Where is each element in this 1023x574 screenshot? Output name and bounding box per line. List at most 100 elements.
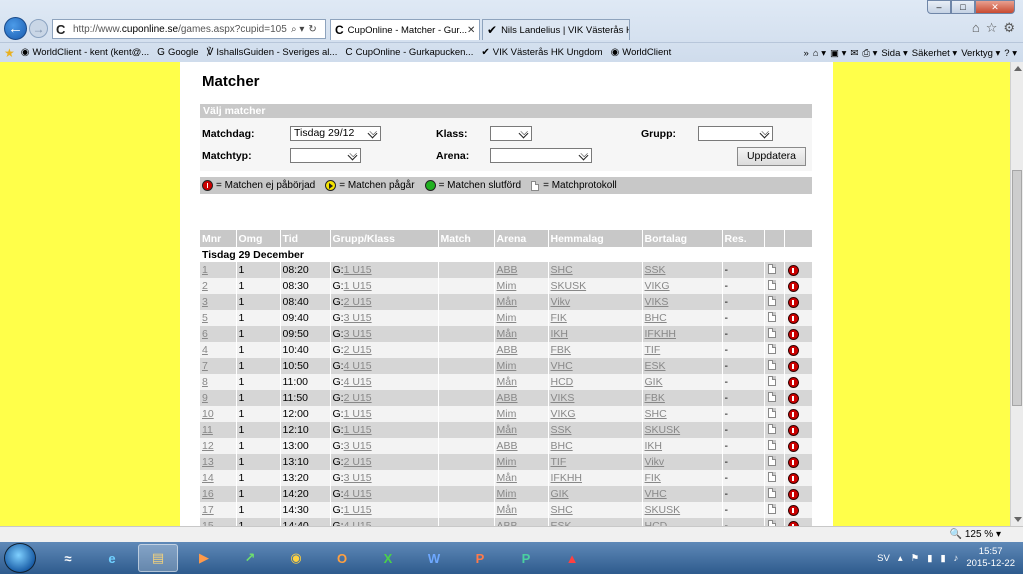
match-number-link[interactable]: 10	[202, 408, 214, 420]
group-class-link[interactable]: 4 U15	[344, 360, 372, 372]
home-team-link[interactable]: HCD	[551, 376, 574, 388]
group-class-link[interactable]: 1 U15	[344, 264, 372, 276]
away-team-link[interactable]: VIKS	[645, 296, 669, 308]
favorite-worldclient[interactable]: ◉ WorldClient	[611, 47, 672, 58]
match-number-link[interactable]: 5	[202, 312, 208, 324]
group-class-link[interactable]: 4 U15	[344, 376, 372, 388]
tab-cuponline[interactable]: C CupOnline - Matcher - Gur... ✕	[330, 19, 480, 40]
feeds-icon[interactable]: ▣ ▾	[830, 48, 846, 59]
home-team-link[interactable]: SKUSK	[551, 280, 587, 292]
group-class-link[interactable]: 3 U15	[344, 312, 372, 324]
home-team-link[interactable]: VHC	[551, 360, 573, 372]
home-team-link[interactable]: FBK	[551, 344, 571, 356]
document-icon[interactable]	[767, 439, 776, 450]
taskbar-acrobat[interactable]: ▲	[552, 544, 592, 572]
taskbar-powerpoint[interactable]: P	[460, 544, 500, 572]
match-number-link[interactable]: 1	[202, 264, 208, 276]
document-icon[interactable]	[767, 359, 776, 370]
taskbar-excel[interactable]: X	[368, 544, 408, 572]
print-icon[interactable]: ⎙ ▾	[862, 48, 877, 59]
match-number-link[interactable]: 13	[202, 456, 214, 468]
column-header-arena[interactable]: Arena	[494, 230, 549, 247]
match-number-link[interactable]: 6	[202, 328, 208, 340]
match-number-link[interactable]: 16	[202, 488, 214, 500]
forward-button[interactable]: →	[29, 19, 48, 38]
home-team-link[interactable]: IKH	[551, 328, 569, 340]
away-team-link[interactable]: VHC	[645, 488, 667, 500]
favorite-google[interactable]: G Google	[157, 47, 198, 58]
address-bar[interactable]: C http://www.cuponline.se/games.aspx?cup…	[52, 19, 326, 39]
group-class-link[interactable]: 1 U15	[344, 504, 372, 516]
away-team-link[interactable]: FBK	[645, 392, 665, 404]
taskbar-internet-explorer[interactable]: e	[92, 544, 132, 572]
group-class-link[interactable]: 2 U15	[344, 344, 372, 356]
favorite-worldclient-kent[interactable]: ◉ WorldClient - kent (kent@...	[21, 47, 149, 58]
arena-link[interactable]: ABB	[497, 440, 518, 452]
column-header-hemmalag[interactable]: Hemmalag	[548, 230, 643, 247]
home-team-link[interactable]: SSK	[551, 424, 572, 436]
scroll-down-icon[interactable]	[1014, 517, 1022, 522]
taskbar-file-explorer[interactable]: ▤	[138, 544, 178, 572]
group-class-link[interactable]: 2 U15	[344, 392, 372, 404]
start-button[interactable]	[4, 543, 36, 573]
home-icon[interactable]: ⌂	[972, 20, 980, 36]
group-class-link[interactable]: 3 U15	[344, 472, 372, 484]
flag-icon[interactable]: ⚑	[911, 553, 920, 564]
arena-link[interactable]: ABB	[497, 264, 518, 276]
tools-menu[interactable]: Verktyg ▾	[961, 48, 1000, 59]
document-icon[interactable]	[767, 295, 776, 306]
minimize-button[interactable]: –	[927, 0, 951, 14]
home-team-link[interactable]: TIF	[551, 456, 567, 468]
arena-link[interactable]: ABB	[497, 392, 518, 404]
help-menu[interactable]: ? ▾	[1004, 48, 1017, 59]
zoom-level[interactable]: 🔍 125 % ▾	[950, 529, 1001, 540]
matchday-select[interactable]: Tisdag 29/12	[290, 126, 381, 141]
away-team-link[interactable]: SKUSK	[645, 504, 681, 516]
away-team-link[interactable]: SHC	[645, 408, 667, 420]
favorite-cuponline[interactable]: C CupOnline - Gurkapucken...	[345, 47, 473, 58]
document-icon[interactable]	[767, 263, 776, 274]
group-class-link[interactable]: 1 U15	[344, 424, 372, 436]
group-select[interactable]	[698, 126, 773, 141]
arena-link[interactable]: Mim	[497, 280, 517, 292]
add-favorite-icon[interactable]: ★	[4, 46, 15, 60]
arena-link[interactable]: ABB	[497, 344, 518, 356]
away-team-link[interactable]: IFKHH	[645, 328, 677, 340]
taskbar-media-player[interactable]: ▶	[184, 544, 224, 572]
away-team-link[interactable]: ESK	[645, 360, 666, 372]
arena-link[interactable]: Mån	[497, 472, 517, 484]
close-window-button[interactable]: ✕	[975, 0, 1015, 14]
away-team-link[interactable]: TIF	[645, 344, 661, 356]
url-text[interactable]: http://www.cuponline.se/games.aspx?cupid…	[73, 24, 287, 35]
group-class-link[interactable]: 2 U15	[344, 456, 372, 468]
taskbar-publisher[interactable]: P	[506, 544, 546, 572]
match-number-link[interactable]: 17	[202, 504, 214, 516]
column-header-bortalag[interactable]: Bortalag	[642, 230, 723, 247]
match-number-link[interactable]: 2	[202, 280, 208, 292]
arena-link[interactable]: Mån	[497, 296, 517, 308]
match-number-link[interactable]: 8	[202, 376, 208, 388]
home-menu-icon[interactable]: ⌂ ▾	[813, 48, 826, 59]
away-team-link[interactable]: FIK	[645, 472, 661, 484]
column-header-mnr[interactable]: Mnr	[200, 230, 237, 247]
document-icon[interactable]	[767, 423, 776, 434]
match-number-link[interactable]: 3	[202, 296, 208, 308]
document-icon[interactable]	[767, 391, 776, 402]
arena-link[interactable]: Mån	[497, 424, 517, 436]
matchtype-select[interactable]	[290, 148, 361, 163]
document-icon[interactable]	[767, 471, 776, 482]
refresh-button[interactable]: ↻	[308, 24, 316, 35]
group-class-link[interactable]: 4 U15	[344, 488, 372, 500]
document-icon[interactable]	[767, 407, 776, 418]
home-team-link[interactable]: Vikv	[551, 296, 571, 308]
column-header-omg[interactable]: Omg	[236, 230, 281, 247]
taskbar-chrome[interactable]: ◉	[276, 544, 316, 572]
favorite-ishallsguiden[interactable]: ℣ IshallsGuiden - Sveriges al...	[207, 47, 338, 58]
battery-icon[interactable]: ▮	[940, 553, 945, 564]
match-number-link[interactable]: 12	[202, 440, 214, 452]
safety-menu[interactable]: Säkerhet ▾	[912, 48, 957, 59]
group-class-link[interactable]: 3 U15	[344, 440, 372, 452]
gear-icon[interactable]: ⚙	[1003, 20, 1015, 36]
more-favorites-icon[interactable]: »	[804, 48, 809, 59]
away-team-link[interactable]: Vikv	[645, 456, 665, 468]
